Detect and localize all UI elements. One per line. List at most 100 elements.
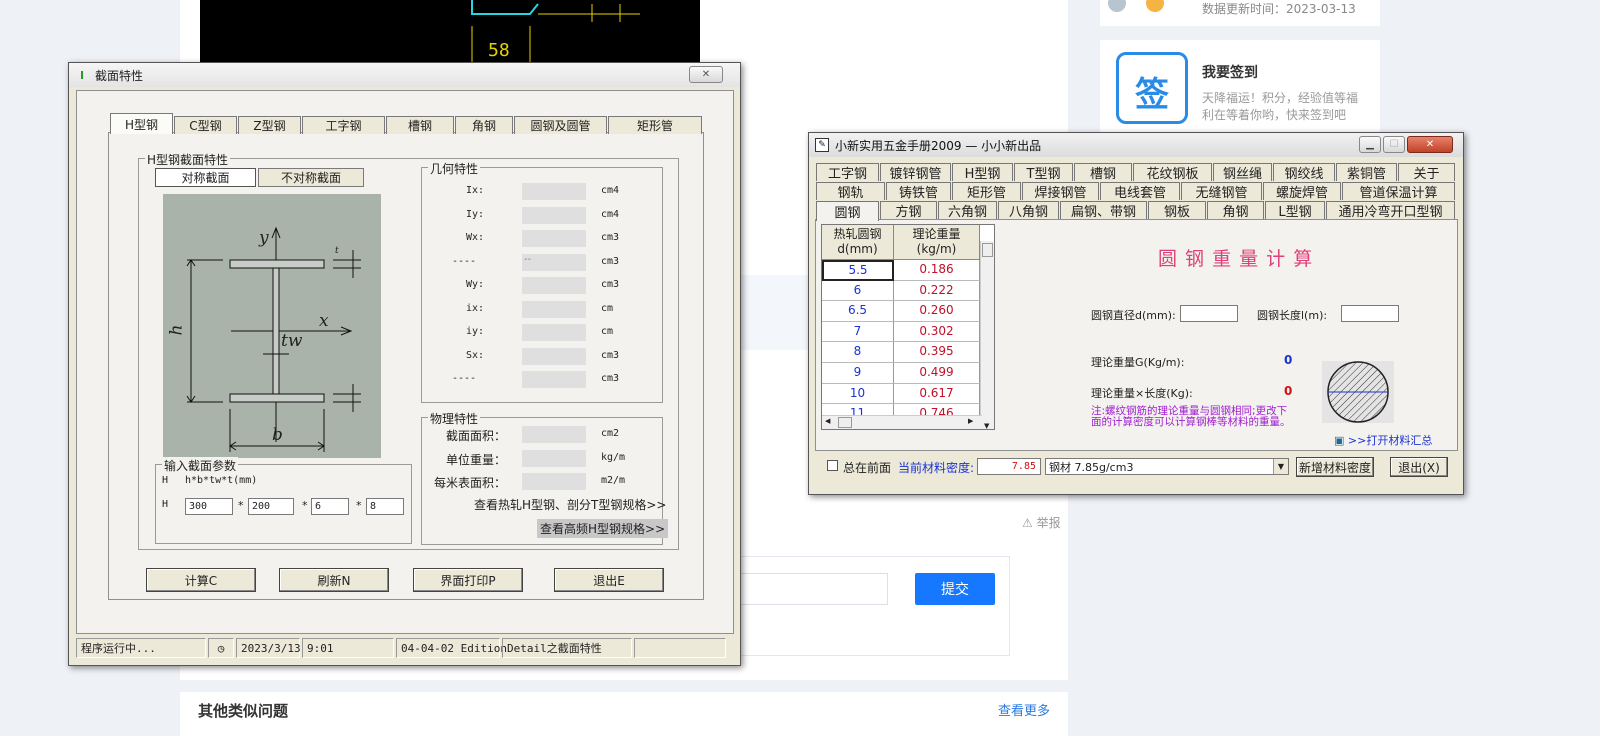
hf-spec-link[interactable]: 查看高频H型钢规格>> <box>537 519 669 538</box>
scroll-down-icon[interactable]: ▼ <box>984 422 989 429</box>
table-vertical-scrollbar[interactable]: ▼ <box>980 241 994 429</box>
weight-cell[interactable]: 0.302 <box>894 321 980 343</box>
handbook-tab[interactable]: 花纹钢板 <box>1133 163 1212 182</box>
sign-in-card[interactable]: 签 我要签到 天降福运！积分，经验值等福利在等着你哟，快来签到吧 <box>1100 40 1380 134</box>
handbook-tab[interactable]: 方钢 <box>880 201 937 220</box>
weight-cell[interactable]: 0.222 <box>894 280 980 302</box>
round-steel-table: 热轧圆钢 d(mm) 理论重量 (kg/m) 5.5 0.186 6 0.222 6.5… <box>821 224 995 430</box>
weight-cell[interactable]: 0.260 <box>894 301 980 322</box>
handbook-tab[interactable]: 扁钢、带钢 <box>1060 201 1147 220</box>
density-input[interactable]: 7.85 <box>977 458 1041 475</box>
add-density-button[interactable]: 新增材料密度 <box>1296 457 1374 477</box>
handbook-tab[interactable]: 铸铁管 <box>886 182 951 201</box>
t-input[interactable]: 8 <box>366 498 404 515</box>
handbook-tab[interactable]: 工字钢 <box>816 163 879 182</box>
handbook-tab[interactable]: 电线套管 <box>1100 182 1180 201</box>
table-row[interactable]: 10 0.617 <box>822 383 980 405</box>
handbook-tab[interactable]: 管道保温计算 <box>1342 182 1455 201</box>
calculate-button[interactable]: 计算C <box>146 568 256 592</box>
minimize-button[interactable]: ▁ <box>1359 136 1381 153</box>
hot-rolled-spec-link[interactable]: 查看热轧H型钢、剖分T型钢规格>> <box>474 496 666 513</box>
diameter-cell[interactable]: 6 <box>822 280 894 302</box>
win2-exit-button[interactable]: 退出(X) <box>1390 457 1448 477</box>
tab-angle[interactable]: 角钢 <box>455 116 513 134</box>
table-row[interactable]: 6.5 0.260 <box>822 301 980 322</box>
scroll-thumb[interactable] <box>982 243 993 257</box>
handbook-tab[interactable]: 六角钢 <box>938 201 997 220</box>
handbook-tab[interactable]: 无缝钢管 <box>1181 182 1262 201</box>
diameter-cell[interactable]: 6.5 <box>822 301 894 322</box>
tab-z-steel[interactable]: Z型钢 <box>238 116 301 134</box>
win2-close-button[interactable]: ✕ <box>1407 136 1453 153</box>
handbook-tab[interactable]: 钢板 <box>1148 201 1206 220</box>
tab-i-beam[interactable]: 工字钢 <box>302 116 385 134</box>
update-info: 数据更新时间：2023-03-13 <box>1100 0 1380 26</box>
geo-label: ---- <box>452 255 477 267</box>
handbook-tab[interactable]: 螺旋焊管 <box>1263 182 1341 201</box>
diameter-input[interactable] <box>1180 305 1238 322</box>
y-axis-label: y <box>259 228 269 248</box>
diameter-cell[interactable]: 8 <box>822 342 894 363</box>
handbook-tab[interactable]: L型钢 <box>1265 201 1325 220</box>
times-sep-3: * <box>356 499 362 512</box>
refresh-button[interactable]: 刷新N <box>279 568 389 592</box>
table-row[interactable]: 8 0.395 <box>822 342 980 363</box>
asymmetric-section-button[interactable]: 不对称截面 <box>258 168 364 187</box>
tab-c-steel[interactable]: C型钢 <box>174 116 237 134</box>
weight-cell[interactable]: 0.617 <box>894 383 980 405</box>
handbook-tab[interactable]: 焊接钢管 <box>1022 182 1099 201</box>
handbook-tab[interactable]: 钢绞线 <box>1273 163 1335 182</box>
handbook-tab[interactable]: 钢轨 <box>816 182 885 201</box>
tw-input[interactable]: 6 <box>311 498 349 515</box>
handbook-tab[interactable]: 圆钢 <box>816 201 879 221</box>
symmetric-section-button[interactable]: 对称截面 <box>155 168 256 187</box>
h-input[interactable]: 300 <box>185 498 233 515</box>
table-row[interactable]: 6 0.222 <box>822 280 980 302</box>
diameter-cell[interactable]: 10 <box>822 383 894 405</box>
handbook-tab[interactable]: 八角钢 <box>998 201 1059 220</box>
table-row[interactable]: 7 0.302 <box>822 321 980 343</box>
always-on-top-checkbox[interactable] <box>827 460 838 471</box>
hscroll-thumb[interactable] <box>838 417 852 428</box>
table-row[interactable]: 5.5 0.186 <box>822 260 980 281</box>
b-input[interactable]: 200 <box>248 498 294 515</box>
tab-rect-tube[interactable]: 矩形管 <box>608 116 702 134</box>
summary-link[interactable]: ▣ >>打开材料汇总 <box>1334 432 1432 448</box>
handbook-tab[interactable]: 紫铜管 <box>1336 163 1397 182</box>
weight-cell[interactable]: 0.395 <box>894 342 980 363</box>
handbook-tab[interactable]: 角钢 <box>1207 201 1264 220</box>
handbook-tab[interactable]: 钢丝绳 <box>1213 163 1272 182</box>
diameter-cell[interactable]: 9 <box>822 363 894 384</box>
diameter-cell[interactable]: 7 <box>822 321 894 343</box>
handbook-tab[interactable]: 关于 <box>1398 163 1455 182</box>
handbook-tab[interactable]: 通用冷弯开口型钢 <box>1326 201 1455 220</box>
handbook-tab[interactable]: 槽钢 <box>1074 163 1132 182</box>
maximize-button[interactable]: ☐ <box>1383 136 1405 153</box>
exit-button[interactable]: 退出E <box>554 568 664 592</box>
dropdown-arrow-icon[interactable]: ▼ <box>1273 459 1288 474</box>
submit-button[interactable]: 提交 <box>915 573 995 605</box>
win1-close-button[interactable]: ✕ <box>689 66 723 83</box>
table-horizontal-scrollbar[interactable]: ◀ ▶ <box>822 415 982 429</box>
tab-h-steel[interactable]: H型钢 <box>110 113 173 134</box>
see-more-link[interactable]: 查看更多 <box>998 700 1050 719</box>
scroll-right-icon[interactable]: ▶ <box>968 417 973 425</box>
table-row[interactable]: 9 0.499 <box>822 363 980 384</box>
report-link[interactable]: ⚠ 举报 <box>1022 514 1061 531</box>
geo-value <box>522 371 586 388</box>
tab-round-tube[interactable]: 圆钢及圆管 <box>514 116 607 134</box>
handbook-tab[interactable]: 镀锌钢管 <box>880 163 951 182</box>
handbook-tab[interactable]: T型钢 <box>1014 163 1073 182</box>
tab-channel[interactable]: 槽钢 <box>386 116 454 134</box>
weight-cell[interactable]: 0.186 <box>894 260 980 281</box>
handbook-tab[interactable]: 矩形管 <box>952 182 1021 201</box>
length-input[interactable] <box>1341 305 1399 322</box>
diameter-cell[interactable]: 5.5 <box>822 260 894 281</box>
times-sep-1: * <box>238 499 244 512</box>
material-select[interactable]: 钢材 7.85g/cm3 ▼ <box>1045 458 1289 475</box>
weight-cell[interactable]: 0.499 <box>894 363 980 384</box>
print-button[interactable]: 界面打印P <box>413 568 523 592</box>
win1-titlebar[interactable]: I 截面特性 <box>69 63 740 87</box>
handbook-tab[interactable]: H型钢 <box>952 163 1013 182</box>
scroll-left-icon[interactable]: ◀ <box>825 417 830 425</box>
